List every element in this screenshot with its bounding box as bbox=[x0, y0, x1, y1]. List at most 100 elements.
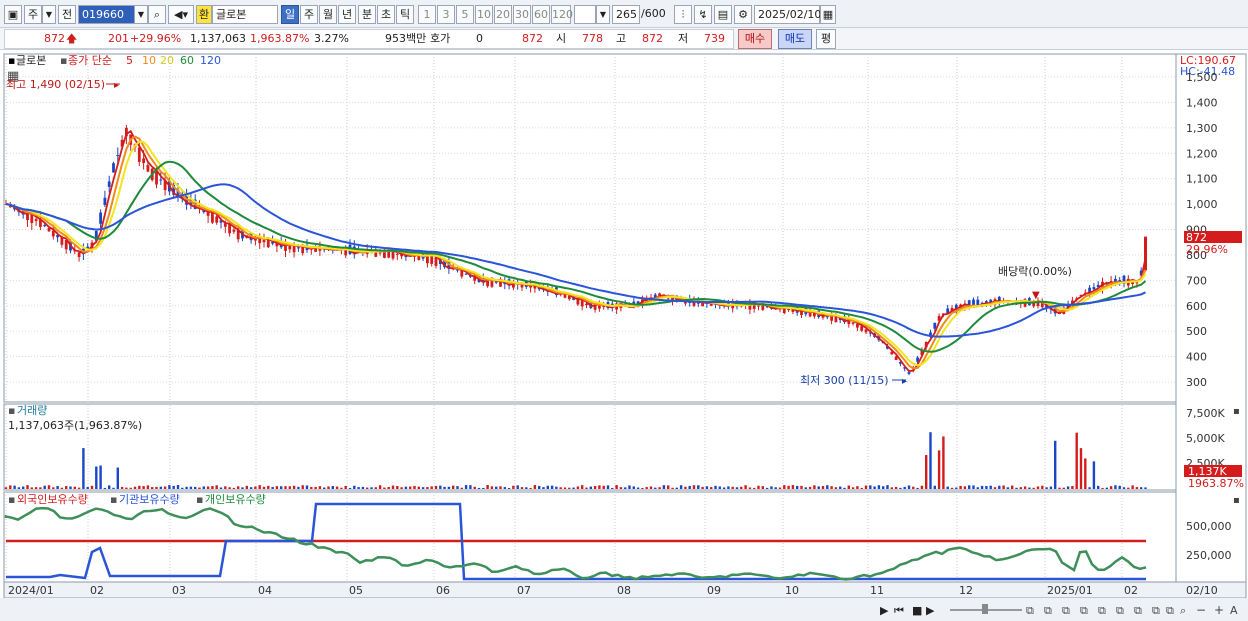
count-input[interactable]: 265 bbox=[612, 5, 640, 24]
volume-bar bbox=[301, 485, 304, 489]
window-icon[interactable]: ▣ bbox=[4, 5, 22, 24]
sound-icon[interactable]: ◀▾ bbox=[168, 5, 194, 24]
type-dropdown-icon[interactable]: ▼ bbox=[42, 5, 56, 24]
hoga-value: 0 bbox=[476, 32, 483, 45]
stock-code-input[interactable]: 019660 bbox=[78, 5, 136, 24]
stop-icon[interactable]: ■ bbox=[912, 604, 922, 617]
tool-icon[interactable]: ⧉ bbox=[1116, 604, 1124, 617]
volume-bar bbox=[507, 487, 511, 489]
gear-icon[interactable]: ⚙ bbox=[734, 5, 752, 24]
calendar-icon[interactable]: ▦ bbox=[820, 5, 836, 24]
x-axis-label: 07 bbox=[517, 584, 531, 597]
price-y-tick: 1,100 bbox=[1186, 173, 1218, 186]
interval-custom-input[interactable] bbox=[574, 5, 596, 24]
holdings-pane bbox=[3, 491, 1177, 583]
prev-button[interactable]: 전 bbox=[58, 5, 76, 24]
candle-body bbox=[211, 211, 214, 223]
interval-5[interactable]: 5 bbox=[456, 5, 474, 24]
tab-week[interactable]: 주 bbox=[300, 5, 318, 24]
interval-120[interactable]: 120 bbox=[551, 5, 573, 24]
volume-bar bbox=[249, 487, 253, 489]
volume-bar bbox=[417, 486, 420, 489]
interval-20[interactable]: 20 bbox=[494, 5, 512, 24]
volume-bar bbox=[155, 486, 158, 489]
tool-icon[interactable]: ⧉ bbox=[1062, 604, 1070, 617]
date-input[interactable]: 2025/02/10 bbox=[754, 5, 821, 24]
tool-icon[interactable]: ⧉ bbox=[1044, 604, 1052, 617]
pane-close-icon[interactable]: ▪ bbox=[1233, 406, 1240, 417]
tab-minute[interactable]: 분 bbox=[358, 5, 376, 24]
currency-badge[interactable]: 환 bbox=[196, 5, 212, 24]
interval-dropdown-icon[interactable]: ▼ bbox=[596, 5, 610, 24]
right-arrow-icon: ▸ bbox=[902, 376, 907, 387]
price-y-tick: 700 bbox=[1186, 274, 1207, 287]
volume-bar bbox=[456, 486, 459, 489]
interval-60[interactable]: 60 bbox=[532, 5, 550, 24]
search-icon[interactable]: ⌕ bbox=[1180, 604, 1186, 617]
interval-10[interactable]: 10 bbox=[475, 5, 493, 24]
legend-ma120: 120 bbox=[200, 54, 221, 67]
volume-bar bbox=[727, 486, 730, 489]
volume-bar bbox=[90, 485, 94, 489]
indicator-icon[interactable]: ↯ bbox=[694, 5, 712, 24]
tool-icon[interactable]: ⧉ bbox=[1098, 604, 1106, 617]
interval-3[interactable]: 3 bbox=[437, 5, 455, 24]
tool-icon[interactable]: ⧉ bbox=[1080, 604, 1088, 617]
play-icon[interactable]: ▶ bbox=[880, 604, 889, 617]
buy-button[interactable]: 매수 bbox=[738, 29, 772, 49]
type-selector[interactable]: 주 bbox=[24, 5, 42, 24]
volume-bar bbox=[821, 486, 825, 489]
price-y-tick: 300 bbox=[1186, 376, 1207, 389]
rewind-icon[interactable]: ⏮ bbox=[894, 604, 904, 617]
volume-bar bbox=[116, 467, 119, 489]
volume-bar bbox=[366, 487, 369, 489]
code-dropdown-icon[interactable]: ▼ bbox=[134, 5, 148, 24]
volume-bar bbox=[26, 485, 29, 489]
interval-30[interactable]: 30 bbox=[513, 5, 531, 24]
legend-ma-prefix: 종가 단순 bbox=[68, 54, 112, 67]
tab-day[interactable]: 일 bbox=[281, 5, 299, 24]
tab-tick[interactable]: 틱 bbox=[396, 5, 414, 24]
low-value: 739 bbox=[704, 32, 725, 45]
volume-bar bbox=[17, 487, 21, 489]
volume-bar bbox=[942, 436, 945, 489]
volume-bar bbox=[323, 487, 326, 489]
volume-bar bbox=[129, 487, 132, 489]
tab-month[interactable]: 월 bbox=[319, 5, 337, 24]
interval-1[interactable]: 1 bbox=[418, 5, 436, 24]
search-icon[interactable]: ⌕ bbox=[148, 5, 166, 24]
candle-type-icon[interactable]: ⫶ bbox=[674, 5, 692, 24]
save-icon[interactable]: ▤ bbox=[714, 5, 732, 24]
volume-bar bbox=[30, 487, 33, 489]
volume-bar bbox=[292, 485, 296, 489]
volume-bar bbox=[404, 486, 408, 489]
font-size-icon[interactable]: A bbox=[1230, 604, 1238, 617]
pane-close-icon[interactable]: ▪ bbox=[1233, 495, 1240, 506]
tool-icon[interactable]: ⧉ bbox=[1134, 604, 1142, 617]
volume-bar bbox=[340, 487, 343, 489]
volume-bar bbox=[430, 486, 433, 489]
tool-icon[interactable]: ⧉ bbox=[1026, 604, 1034, 617]
evaluation-button[interactable]: 평 bbox=[816, 29, 836, 49]
volume-bar bbox=[671, 487, 674, 489]
volume-bar bbox=[163, 486, 167, 489]
volume-bar bbox=[568, 487, 571, 489]
volume-bar bbox=[271, 486, 274, 489]
main-toolbar: ▣ 주 ▼ 전 019660 ▼ ⌕ ◀▾ 환 글로본 일 주 월 년 분 초 … bbox=[0, 0, 1248, 28]
price-pane bbox=[3, 53, 1177, 403]
volume-bar bbox=[533, 485, 537, 489]
zoom-slider-handle[interactable] bbox=[982, 604, 988, 614]
forward-icon[interactable]: ▶ bbox=[926, 604, 935, 617]
stock-chart[interactable]: ▪ 글로본 ▪ 종가 단순 5 10 20 60 120 ▦ LC:190.67… bbox=[0, 52, 1248, 621]
zoom-out-icon[interactable]: − bbox=[1196, 603, 1206, 617]
volume-title: 거래량 bbox=[17, 404, 47, 417]
zoom-in-icon[interactable]: + bbox=[1214, 603, 1224, 617]
sell-button[interactable]: 매도 bbox=[778, 29, 812, 49]
current-price: 872 bbox=[44, 32, 65, 45]
tab-second[interactable]: 초 bbox=[377, 5, 395, 24]
x-axis-label: 03 bbox=[172, 584, 186, 597]
tool-icon[interactable]: ⧉ bbox=[1152, 604, 1160, 617]
tab-year[interactable]: 년 bbox=[338, 5, 356, 24]
candle-body bbox=[907, 372, 911, 374]
tool-icon[interactable]: ⧉ bbox=[1166, 604, 1174, 617]
